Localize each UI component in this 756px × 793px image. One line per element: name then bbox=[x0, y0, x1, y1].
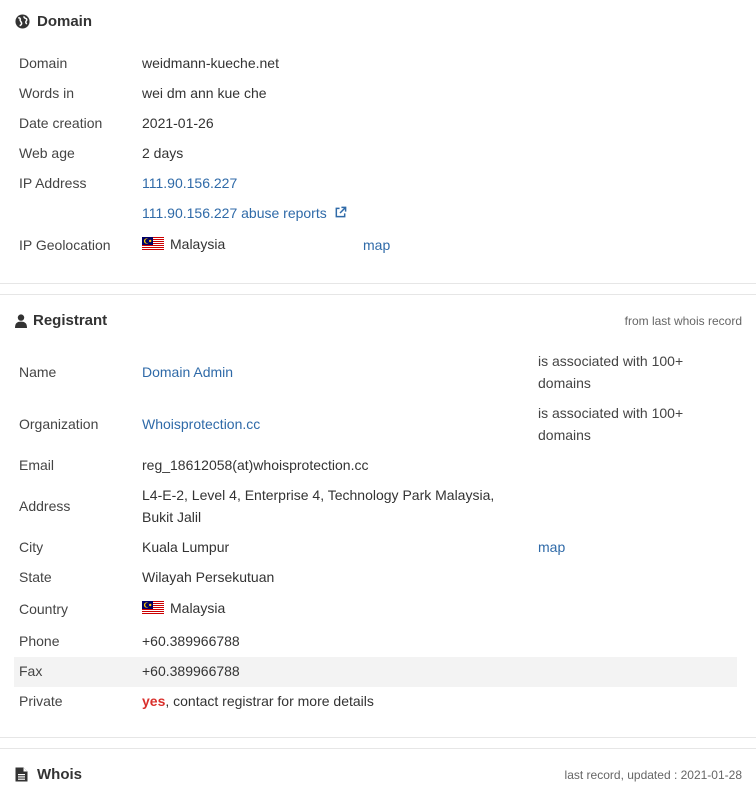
state-value: Wilayah Persekutuan bbox=[142, 569, 275, 585]
address-value: L4-E-2, Level 4, Enterprise 4, Technolog… bbox=[142, 487, 495, 525]
malaysia-flag-icon bbox=[142, 237, 164, 251]
ip-geolocation-label: IP Geolocation bbox=[19, 237, 111, 253]
words-label: Words in bbox=[19, 85, 74, 101]
fax-label: Fax bbox=[19, 663, 43, 679]
city-map-link[interactable]: map bbox=[538, 539, 565, 555]
country-name: Malaysia bbox=[170, 600, 226, 616]
email-value: reg_18612058(at)whoisprotection.cc bbox=[142, 457, 369, 473]
country-label: Country bbox=[19, 601, 69, 617]
web-age-label: Web age bbox=[19, 145, 75, 161]
malaysia-flag-icon bbox=[142, 601, 164, 615]
email-label: Email bbox=[19, 457, 55, 473]
fax-row-highlight bbox=[14, 657, 737, 687]
ip-address-label: IP Address bbox=[19, 175, 87, 191]
globe-icon bbox=[15, 14, 30, 29]
private-value: yes, contact registrar for more details bbox=[142, 693, 374, 709]
web-age-value: 2 days bbox=[142, 145, 184, 161]
city-label: City bbox=[19, 539, 44, 555]
domain-value: weidmann-kueche.net bbox=[142, 55, 279, 71]
registrant-section-note: from last whois record bbox=[624, 314, 742, 328]
divider bbox=[0, 294, 756, 295]
organization-link[interactable]: Whoisprotection.cc bbox=[142, 416, 260, 432]
registrant-section-title: Registrant bbox=[33, 312, 108, 329]
words-value: wei dm ann kue che bbox=[142, 85, 267, 101]
ip-geolocation-value: Malaysia bbox=[142, 236, 225, 252]
divider bbox=[0, 748, 756, 749]
abuse-reports-link[interactable]: 111.90.156.227 abuse reports bbox=[142, 205, 347, 221]
user-icon bbox=[15, 313, 27, 328]
phone-label: Phone bbox=[19, 633, 60, 649]
whois-section-header: Whois bbox=[15, 766, 82, 783]
registrant-section-header: Registrant bbox=[15, 312, 107, 329]
private-details: , contact registrar for more details bbox=[165, 693, 374, 709]
whois-section-title: Whois bbox=[37, 766, 82, 783]
ip-geolocation-map-link[interactable]: map bbox=[363, 237, 390, 253]
registrant-name-link[interactable]: Domain Admin bbox=[142, 364, 233, 380]
country-value: Malaysia bbox=[142, 600, 225, 616]
state-label: State bbox=[19, 569, 52, 585]
divider bbox=[0, 737, 756, 738]
fax-value: +60.389966788 bbox=[142, 663, 240, 679]
divider bbox=[0, 283, 756, 284]
whois-section-note: last record, updated : 2021-01-28 bbox=[564, 768, 742, 782]
organization-label: Organization bbox=[19, 416, 99, 432]
date-creation-value: 2021-01-26 bbox=[142, 115, 214, 131]
external-link-icon bbox=[335, 206, 346, 218]
city-value: Kuala Lumpur bbox=[142, 539, 230, 555]
private-label: Private bbox=[19, 693, 63, 709]
date-creation-label: Date creation bbox=[19, 115, 103, 131]
name-label: Name bbox=[19, 364, 57, 380]
domain-label: Domain bbox=[19, 55, 68, 71]
ip-geolocation-country: Malaysia bbox=[170, 236, 226, 252]
ip-address-link[interactable]: 111.90.156.227 bbox=[142, 175, 237, 191]
document-icon bbox=[15, 767, 28, 782]
domain-section-header: Domain bbox=[15, 13, 92, 30]
private-yes: yes bbox=[142, 693, 166, 709]
name-association-note: is associated with 100+ domains bbox=[538, 353, 684, 391]
abuse-reports-text: 111.90.156.227 abuse reports bbox=[142, 205, 327, 221]
phone-value: +60.389966788 bbox=[142, 633, 240, 649]
domain-section-title: Domain bbox=[37, 13, 93, 30]
organization-association-note: is associated with 100+ domains bbox=[538, 405, 684, 443]
address-label: Address bbox=[19, 498, 71, 514]
